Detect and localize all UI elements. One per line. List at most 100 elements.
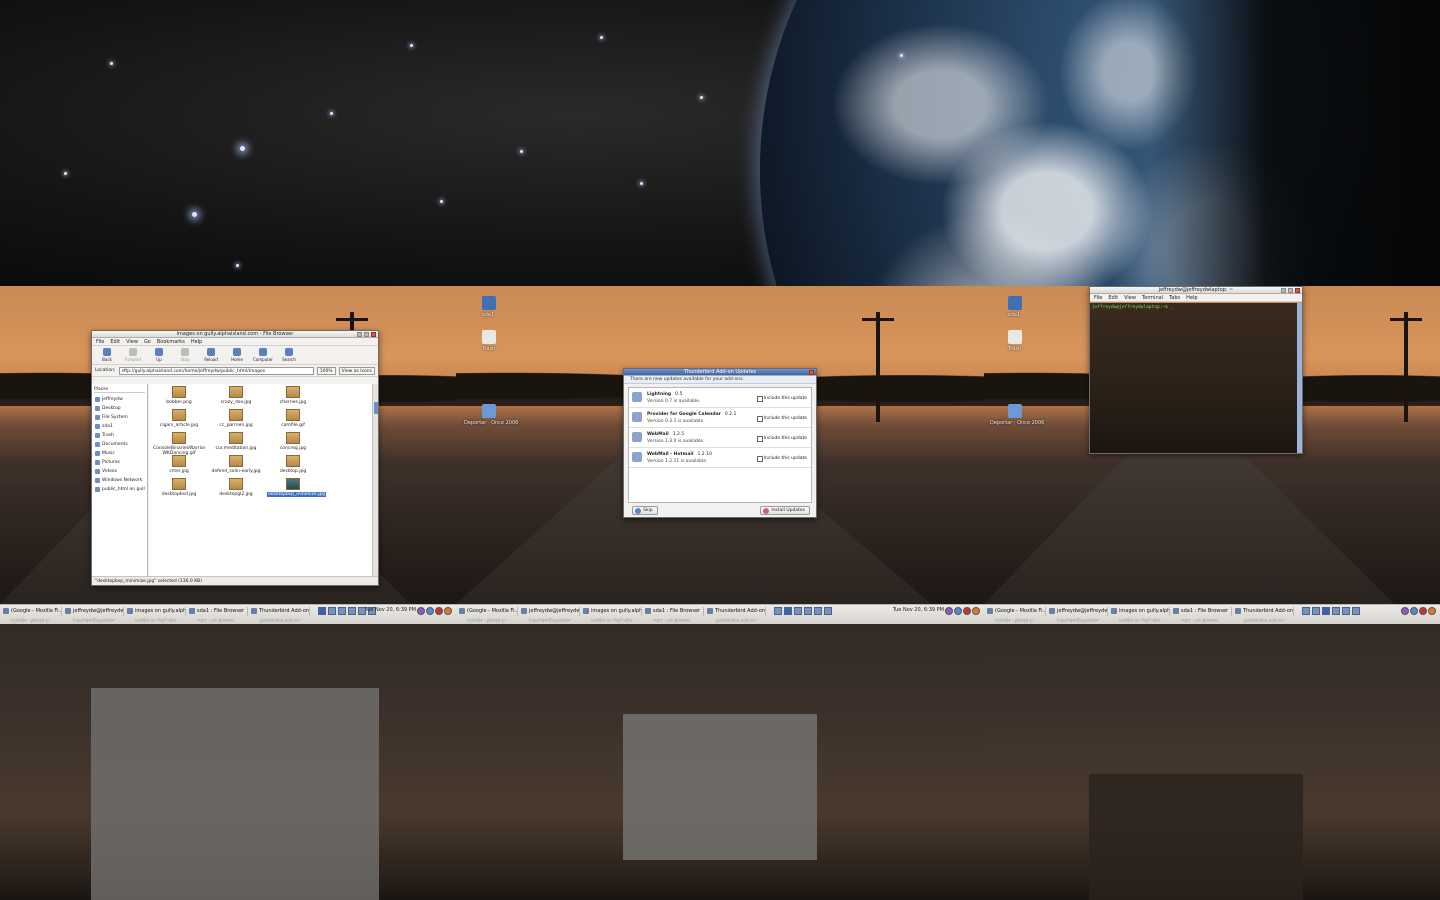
scrollbar[interactable]	[372, 384, 378, 576]
trash-icon[interactable]	[482, 330, 496, 344]
menu-go[interactable]: Go	[144, 338, 151, 345]
taskbar-window-button[interactable]: images on gully.alph...	[1110, 607, 1170, 616]
file-item[interactable]: comfile.gif	[267, 409, 319, 428]
workspace-switcher-cell[interactable]	[774, 607, 782, 615]
terminal-output[interactable]: jeffreydw@jeffreydwlaptop:~$ _	[1090, 303, 1297, 453]
workspace-switcher-cell[interactable]	[328, 607, 336, 615]
file-item[interactable]: cigars_article.jpg	[153, 409, 205, 428]
file-item[interactable]: cmer.jpg	[153, 455, 205, 474]
tray-app-icon[interactable]	[435, 607, 443, 615]
taskbar-window-button[interactable]: images on gully.alph...	[126, 607, 186, 616]
search-button[interactable]: Search	[277, 347, 301, 363]
scrollbar[interactable]	[1297, 303, 1302, 453]
file-item[interactable]: desktopbsp_minimize.jpg	[267, 478, 327, 497]
file-item[interactable]: cherries.jpg	[267, 386, 319, 405]
workspace-switcher-cell[interactable]	[1352, 607, 1360, 615]
zoom-level[interactable]: 100%	[316, 366, 336, 375]
tray-app-icon[interactable]	[1419, 607, 1427, 615]
view-mode-select[interactable]: View as Icons	[338, 366, 375, 375]
close-icon[interactable]	[1295, 288, 1300, 293]
drive-icon[interactable]	[482, 296, 496, 310]
tray-app-icon[interactable]	[1401, 607, 1409, 615]
taskbar-window-button[interactable]: sda1 : File Browser	[1172, 607, 1232, 616]
taskbar-window-button[interactable]: (Google - Mozilla Fi...	[2, 607, 62, 616]
install-updates-button[interactable]: Install Updates	[760, 506, 810, 515]
workspace-switcher-cell[interactable]	[1312, 607, 1320, 615]
taskbar-clock[interactable]: Tue Nov 20, 6:39 PM	[893, 607, 944, 613]
taskbar-window-button[interactable]: jeffreydw@jeffreydw...	[520, 607, 580, 616]
taskbar-window-button[interactable]: (Google - Mozilla Fi...	[986, 607, 1046, 616]
workspace-switcher-cell[interactable]	[318, 607, 326, 615]
sidebar-place-item[interactable]: Desktop	[94, 404, 145, 413]
file-item[interactable]: ConsoleBinariesWarrior WKDancing.gif	[153, 432, 205, 456]
computer-button[interactable]: Computer	[251, 347, 275, 363]
menu-edit[interactable]: Edit	[1108, 294, 1118, 301]
update-row[interactable]: Lightning 0.5 Version 0.7 is available. Inc…	[629, 388, 811, 408]
sidebar-place-item[interactable]: Music	[94, 449, 145, 458]
taskbar-window-button[interactable]: sda1 : File Browser	[644, 607, 704, 616]
taskbar-window-button[interactable]: (Google - Mozilla Fi...	[458, 607, 518, 616]
include-update-checkbox[interactable]: Include this update	[756, 456, 807, 462]
stop-button[interactable]: Stop	[173, 347, 197, 363]
workspace-switcher-cell[interactable]	[1332, 607, 1340, 615]
reload-button[interactable]: Reload	[199, 347, 223, 363]
workspace-switcher-cell[interactable]	[1342, 607, 1350, 615]
minimize-icon[interactable]	[357, 332, 362, 337]
close-icon[interactable]	[809, 370, 814, 375]
tray-app-icon[interactable]	[972, 607, 980, 615]
workspace-switcher-cell[interactable]	[824, 607, 832, 615]
window-titlebar[interactable]: jeffreydw@jeffreydwlaptop: ~	[1090, 287, 1302, 294]
close-icon[interactable]	[371, 332, 376, 337]
addon-updates-dialog[interactable]: Thunderbird Add-on Updates There are new…	[623, 368, 817, 518]
drive-icon[interactable]	[1008, 296, 1022, 310]
sidebar-place-item[interactable]: jeffreydw	[94, 395, 145, 404]
maximize-icon[interactable]	[1288, 288, 1293, 293]
workspace-switcher-cell[interactable]	[1302, 607, 1310, 615]
location-input[interactable]: sftp://gully.alphaisland.com/home/jeffre…	[118, 366, 314, 375]
folder-icon[interactable]	[482, 404, 496, 418]
forward-button[interactable]: Forward	[121, 347, 145, 363]
file-item[interactable]: desktopbsd.jpg	[153, 478, 205, 497]
home-button[interactable]: Home	[225, 347, 249, 363]
update-row[interactable]: WebMail 1.2.5 Version 1.3.0 is available. I…	[629, 428, 811, 448]
tray-app-icon[interactable]	[426, 607, 434, 615]
menu-file[interactable]: File	[1094, 294, 1102, 301]
skip-button[interactable]: Skip	[632, 506, 658, 515]
taskbar-window-button[interactable]: jeffreydw@jeffreydw...	[64, 607, 124, 616]
sidebar-place-item[interactable]: public_html on gully.a	[94, 485, 145, 494]
menu-help[interactable]: Help	[191, 338, 202, 345]
taskbar-clock[interactable]: Tue Nov 20, 6:39 PM	[365, 607, 416, 613]
file-item[interactable]: desktopgl2.jpg	[210, 478, 262, 497]
include-update-checkbox[interactable]: Include this update	[756, 436, 807, 442]
include-update-checkbox[interactable]: Include this update	[756, 396, 807, 402]
menu-terminal[interactable]: Terminal	[1142, 294, 1163, 301]
workspace-switcher-cell[interactable]	[348, 607, 356, 615]
file-item[interactable]: concreg.jpg	[267, 432, 319, 451]
workspace-switcher-cell[interactable]	[338, 607, 346, 615]
file-item[interactable]: defend_solin-early.jpg	[210, 455, 262, 474]
window-titlebar[interactable]: Thunderbird Add-on Updates	[624, 369, 816, 376]
taskbar-window-button[interactable]: Thunderbird Add-on...	[1234, 607, 1294, 616]
menu-view[interactable]: View	[126, 338, 138, 345]
taskbar-window-button[interactable]: images on gully.alph...	[582, 607, 642, 616]
file-browser-window[interactable]: images on gully.alphaisland.com - File B…	[91, 330, 379, 586]
sidebar-place-item[interactable]: Pictures	[94, 458, 145, 467]
sidebar-place-item[interactable]: Videos	[94, 467, 145, 476]
update-row[interactable]: Provider for Google Calendar 0.2.1 Version…	[629, 408, 811, 428]
places-header[interactable]: Places	[94, 386, 145, 393]
menu-help[interactable]: Help	[1186, 294, 1197, 301]
tray-app-icon[interactable]	[417, 607, 425, 615]
tray-app-icon[interactable]	[954, 607, 962, 615]
file-item[interactable]: crazy_dev.jpg	[210, 386, 262, 405]
menu-file[interactable]: File	[96, 338, 104, 345]
up-button[interactable]: Up	[147, 347, 171, 363]
file-item[interactable]: bobber.png	[153, 386, 205, 405]
include-update-checkbox[interactable]: Include this update	[756, 416, 807, 422]
workspace-switcher-cell[interactable]	[1322, 607, 1330, 615]
menu-tabs[interactable]: Tabs	[1169, 294, 1180, 301]
sidebar-place-item[interactable]: File System	[94, 413, 145, 422]
workspace-switcher-cell[interactable]	[804, 607, 812, 615]
trash-icon[interactable]	[1008, 330, 1022, 344]
menu-bookmarks[interactable]: Bookmarks	[157, 338, 185, 345]
workspace-switcher-cell[interactable]	[784, 607, 792, 615]
